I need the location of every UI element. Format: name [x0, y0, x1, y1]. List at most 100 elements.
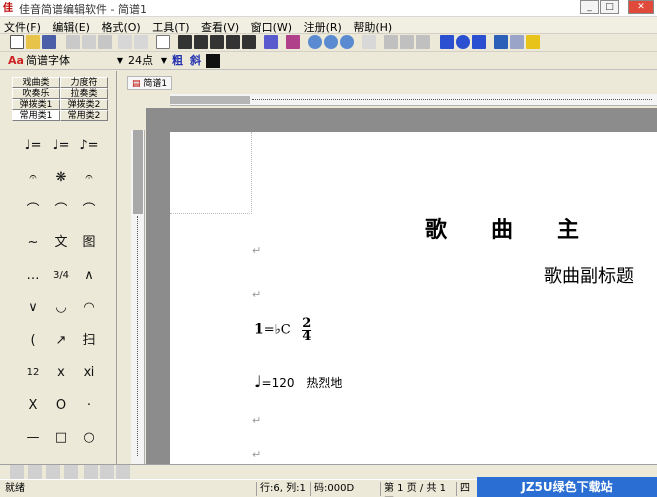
vertical-ruler[interactable] — [131, 130, 145, 464]
tab-plucked-1[interactable]: 弹拨类1 — [12, 99, 60, 110]
repeat-icon[interactable]: ⅹ — [50, 363, 72, 383]
ellipse-icon[interactable]: ○ — [78, 428, 100, 448]
circle-icon[interactable]: O — [50, 396, 72, 416]
table-icon[interactable] — [84, 465, 98, 479]
zoom-in-icon[interactable] — [324, 35, 338, 49]
align-icon[interactable] — [10, 465, 24, 479]
cross-icon[interactable]: X — [22, 396, 44, 416]
pedal-release-icon[interactable]: ❋ — [50, 168, 72, 188]
undo-icon[interactable] — [118, 35, 132, 49]
redo-icon[interactable] — [134, 35, 148, 49]
number-123-icon-4[interactable] — [226, 35, 240, 49]
ellipsis-icon[interactable]: … — [22, 266, 44, 286]
rectangle-icon[interactable]: □ — [50, 428, 72, 448]
tab-dynamics[interactable]: 力度符 — [60, 77, 108, 88]
bracket-icon[interactable]: ( — [22, 331, 44, 351]
line-icon[interactable]: — — [22, 428, 44, 448]
settings-icon[interactable] — [510, 35, 524, 49]
play-icon[interactable] — [440, 35, 454, 49]
open-folder-icon[interactable] — [26, 35, 40, 49]
quarter-note-tempo-icon-2[interactable]: ♩= — [50, 136, 72, 156]
repeat-double-icon[interactable]: ⅺ — [78, 363, 100, 383]
text-insert-icon[interactable]: 文 — [50, 233, 72, 253]
slur-icon-3[interactable]: ⌒ — [78, 201, 100, 221]
number-123-icon-5[interactable] — [242, 35, 256, 49]
align-icon-2[interactable] — [28, 465, 42, 479]
font-size-select[interactable]: 24点 ▼ — [128, 54, 168, 68]
eighth-note-tempo-icon[interactable]: ♪= — [78, 136, 100, 156]
tie-down-icon[interactable]: ◡ — [50, 298, 72, 318]
number-123-icon-3[interactable] — [210, 35, 224, 49]
tab-opera[interactable]: 戏曲类 — [12, 77, 60, 88]
italic-button[interactable]: 斜 — [190, 54, 204, 68]
song-subtitle[interactable]: 歌曲副标题 — [544, 262, 634, 288]
lock-icon[interactable] — [416, 35, 430, 49]
app-icon: 佳 — [3, 3, 13, 14]
fermata-icon[interactable]: 𝄐 — [78, 168, 100, 188]
song-title[interactable]: 歌 曲 主 — [425, 212, 579, 244]
tab-wind[interactable]: 吹奏乐 — [12, 88, 60, 99]
number-123-icon[interactable] — [178, 35, 192, 49]
save-icon[interactable] — [42, 35, 56, 49]
strum-icon[interactable]: 扫 — [78, 331, 100, 351]
glissando-icon[interactable]: ↗ — [50, 331, 72, 351]
menu-format[interactable]: 格式(O) — [97, 17, 144, 35]
slur-icon[interactable]: ⌒ — [22, 201, 44, 221]
minimize-button[interactable]: _ — [580, 0, 599, 14]
symbol-palette: 戏曲类 力度符 吹奏乐 拉奏类 弹拨类1 弹拨类2 常用类1 常用类2 ♩= ♩… — [0, 71, 117, 464]
maximize-button[interactable]: □ — [600, 0, 619, 14]
grid-icon[interactable] — [116, 465, 130, 479]
table-icon-2[interactable] — [100, 465, 114, 479]
help-icon[interactable] — [526, 35, 540, 49]
accent-up-icon[interactable]: ∧ — [78, 266, 100, 286]
dot-icon[interactable]: · — [78, 396, 100, 416]
pedal-icon[interactable]: 𝄐 — [22, 168, 44, 188]
align-icon-3[interactable] — [46, 465, 60, 479]
tab-common-1[interactable]: 常用类1 — [12, 110, 60, 121]
menu-tools[interactable]: 工具(T) — [148, 17, 193, 35]
score-page[interactable]: 歌 曲 主 ↵ 歌曲副标题 ↵ 1=♭C 2 4 ♩=120 热烈地 ↵ ↵ — [170, 132, 657, 464]
menu-help[interactable]: 帮助(H) — [349, 17, 396, 35]
new-file-icon[interactable] — [10, 35, 24, 49]
paste-icon[interactable] — [98, 35, 112, 49]
cut-icon[interactable] — [66, 35, 80, 49]
tab-bowed[interactable]: 拉奏类 — [60, 88, 108, 99]
stop-icon[interactable] — [472, 35, 486, 49]
tempo-marking[interactable]: ♩=120 热烈地 — [254, 372, 342, 391]
key-signature[interactable]: 1=♭C 2 4 — [254, 317, 312, 343]
number-123-icon-2[interactable] — [194, 35, 208, 49]
slur-icon-2[interactable]: ⌒ — [50, 201, 72, 221]
close-button[interactable]: ✕ — [628, 0, 654, 14]
zoom-out-icon[interactable] — [340, 35, 354, 49]
word-export-icon[interactable] — [494, 35, 508, 49]
layout-icon-2[interactable] — [400, 35, 414, 49]
tab-plucked-2[interactable]: 弹拨类2 — [60, 99, 108, 110]
time-signature-icon[interactable]: 3/4 — [50, 266, 72, 286]
quarter-note-tempo-icon[interactable]: ♩= — [22, 136, 44, 156]
menu-register[interactable]: 注册(R) — [300, 17, 346, 35]
score-icon[interactable] — [264, 35, 278, 49]
menu-edit[interactable]: 编辑(E) — [48, 17, 94, 35]
align-icon-4[interactable] — [64, 465, 78, 479]
tab-document[interactable]: ▤ 简谱1 — [127, 76, 173, 90]
horizontal-ruler[interactable] — [170, 94, 657, 106]
tie-up-icon[interactable]: ◠ — [78, 298, 100, 318]
volta-icon[interactable]: 12 — [22, 363, 44, 383]
bold-button[interactable]: 粗 — [172, 54, 186, 68]
hand-icon[interactable] — [362, 35, 376, 49]
menu-window[interactable]: 窗口(W) — [247, 17, 296, 35]
color-picker[interactable] — [206, 54, 220, 68]
copy-icon[interactable] — [82, 35, 96, 49]
play-circle-icon[interactable] — [456, 35, 470, 49]
layout-icon[interactable] — [384, 35, 398, 49]
zoom-icon[interactable] — [308, 35, 322, 49]
tilde-icon[interactable]: ~ — [22, 233, 44, 253]
menu-view[interactable]: 查看(V) — [197, 17, 243, 35]
text-icon[interactable] — [156, 35, 170, 49]
menu-file[interactable]: 文件(F) — [0, 17, 45, 35]
code-icon[interactable] — [286, 35, 300, 49]
image-insert-icon[interactable]: 图 — [78, 233, 100, 253]
accent-down-icon[interactable]: ∨ — [22, 298, 44, 318]
font-name-select[interactable]: 简谱字体 ▼ — [26, 54, 124, 68]
tab-common-2[interactable]: 常用类2 — [60, 110, 108, 121]
